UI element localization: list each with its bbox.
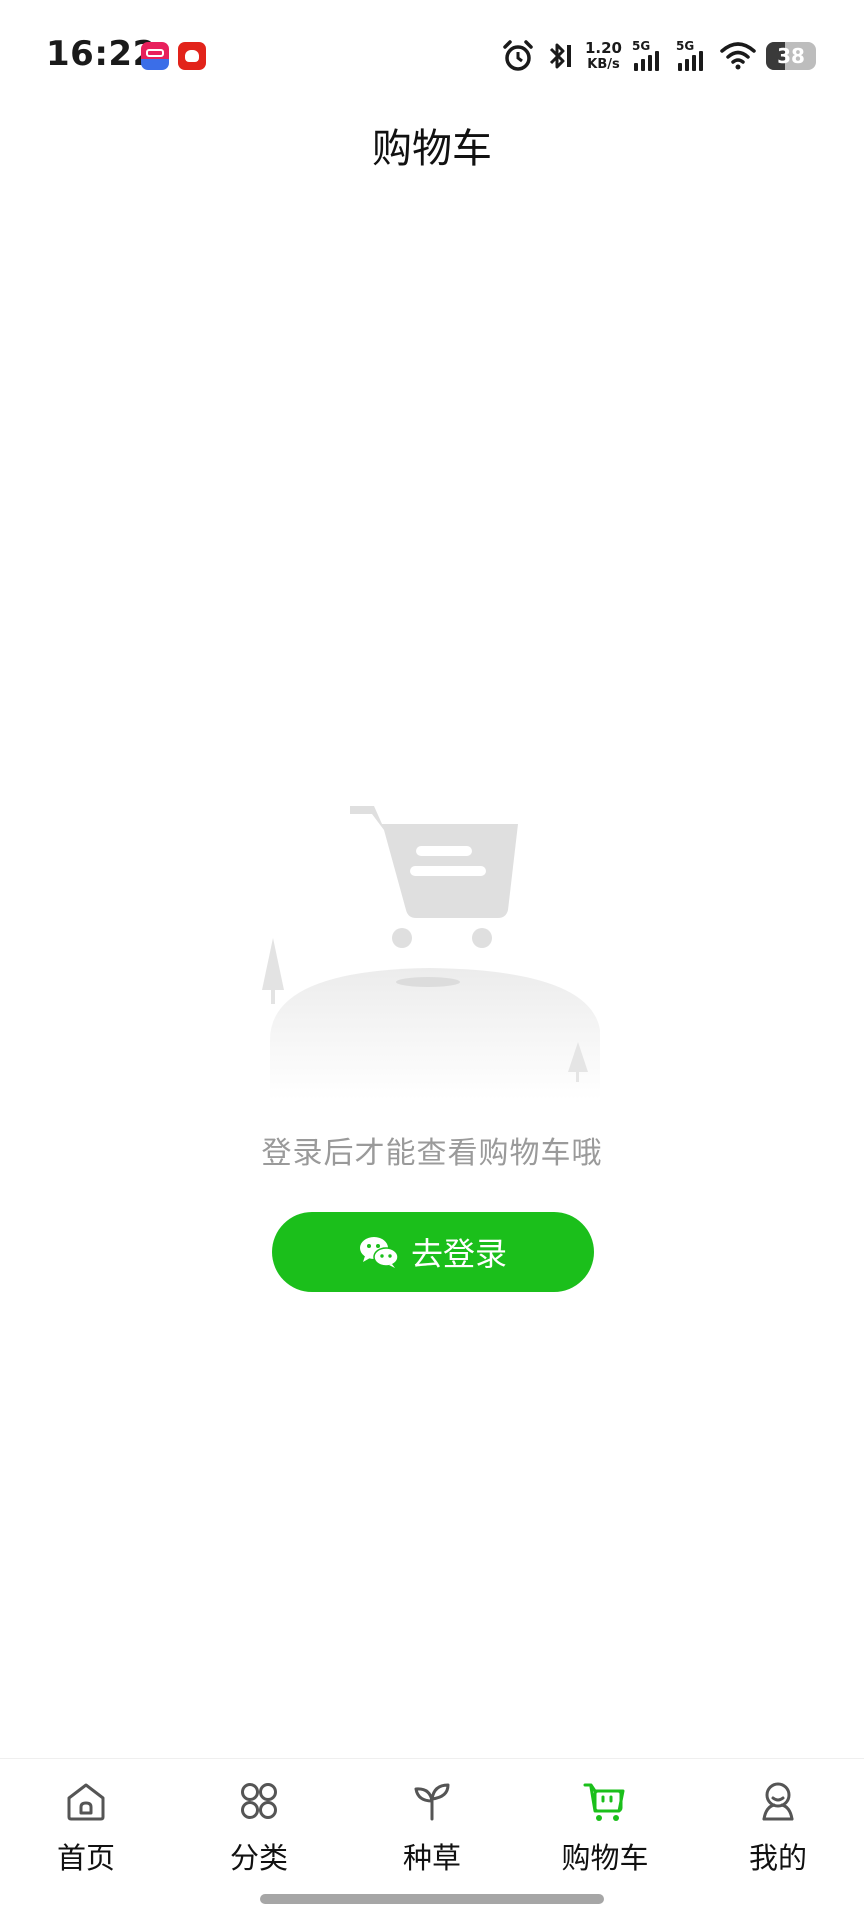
network-speed-value: 1.20 — [584, 39, 622, 57]
tab-profile[interactable]: 我的 — [708, 1777, 848, 1887]
tab-home[interactable]: 首页 — [16, 1777, 156, 1887]
tab-category[interactable]: 分类 — [189, 1777, 329, 1887]
signal-5g-2: 5G — [676, 39, 710, 73]
tab-cart[interactable]: 购物车 — [535, 1777, 675, 1887]
page-title: 购物车 — [372, 126, 492, 172]
empty-cart-message: 登录后才能查看购物车哦 — [261, 1136, 603, 1171]
alarm-icon — [503, 40, 533, 71]
login-button[interactable]: 去登录 — [272, 1212, 594, 1292]
tab-discover-label: 种草 — [402, 1841, 461, 1875]
network-speed: 1.20 KB/s — [584, 39, 622, 72]
wifi-icon — [720, 42, 756, 70]
profile-icon — [762, 1782, 794, 1821]
notification-app-icon-2 — [178, 42, 206, 70]
status-icons: 1.20 KB/s 5G 5G 38 — [501, 36, 816, 76]
home-indicator[interactable] — [260, 1894, 604, 1904]
tab-home-label: 首页 — [56, 1841, 115, 1875]
tab-cart-label: 购物车 — [561, 1841, 649, 1875]
notification-app-icon — [141, 42, 169, 70]
login-button-label: 去登录 — [410, 1235, 507, 1273]
status-bar: 16:22 1.20 KB/s 5G 5G 38 — [0, 0, 864, 110]
wechat-icon — [359, 1237, 399, 1268]
empty-cart-illustration — [262, 806, 600, 1100]
cart-icon — [583, 1783, 625, 1821]
home-icon — [67, 1783, 105, 1821]
battery-level: 38 — [777, 44, 805, 68]
tab-category-label: 分类 — [229, 1841, 288, 1875]
tab-profile-label: 我的 — [748, 1841, 807, 1875]
sprout-icon — [414, 1783, 450, 1821]
bluetooth-icon — [549, 43, 571, 69]
tab-discover[interactable]: 种草 — [362, 1777, 502, 1887]
category-grid-icon — [241, 1783, 277, 1819]
network-speed-unit: KB/s — [587, 57, 620, 72]
signal-5g-1: 5G — [632, 39, 666, 73]
battery-indicator: 38 — [766, 42, 816, 70]
